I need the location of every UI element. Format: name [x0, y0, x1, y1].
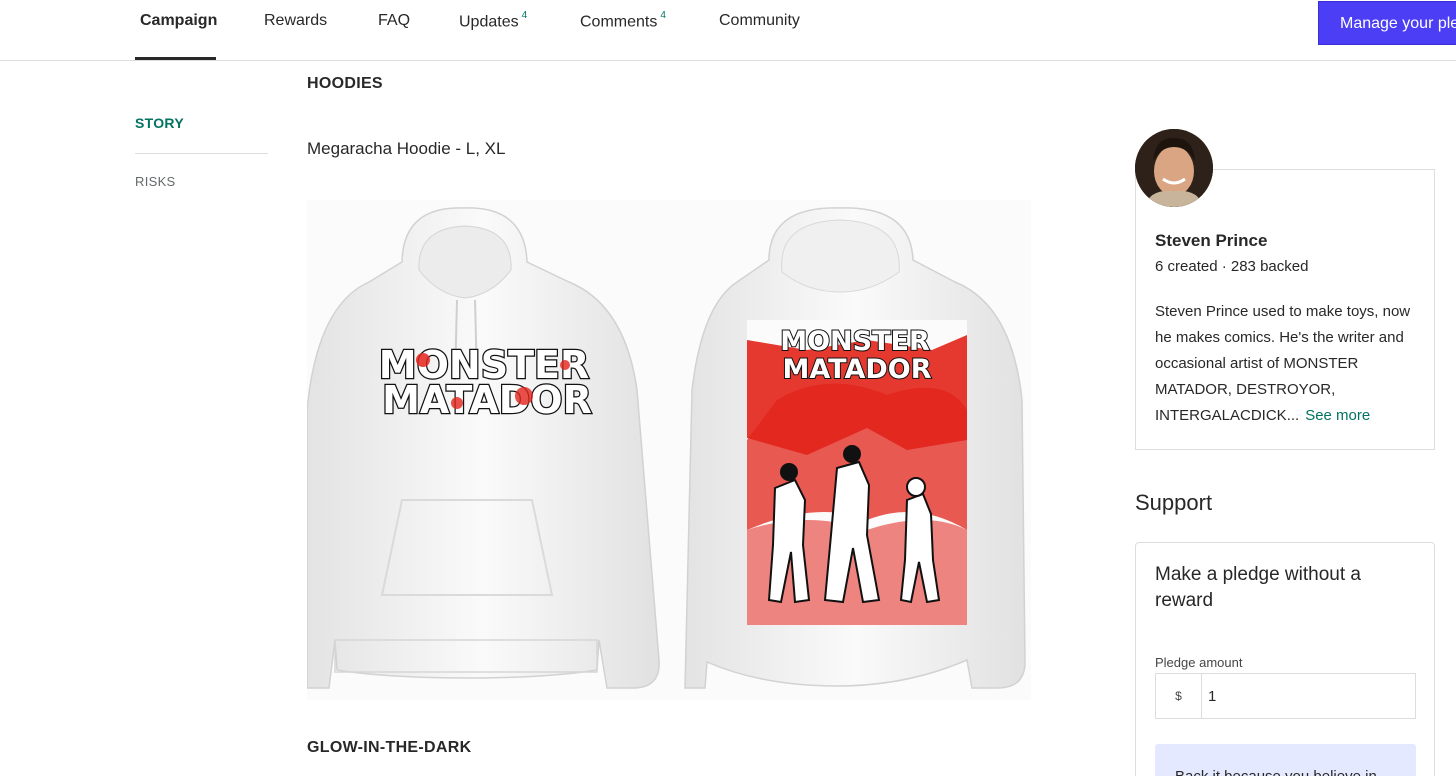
creator-name[interactable]: Steven Prince [1155, 231, 1267, 251]
tab-label: Updates [459, 13, 519, 31]
support-heading: Support [1135, 490, 1213, 515]
creator-avatar[interactable] [1135, 129, 1213, 207]
tab-label: Comments [580, 13, 658, 31]
tab-comments[interactable]: Comments 4 [580, 10, 666, 32]
front-hoodie: MONSTER MATADOR [306, 207, 660, 689]
front-print-line2: MATADOR [382, 378, 592, 422]
see-more-link[interactable]: See more [1305, 407, 1370, 424]
tab-label: Rewards [264, 12, 328, 29]
sidenav-risks-link[interactable]: RISKS [135, 174, 176, 189]
glow-heading: GLOW-IN-THE-DARK [307, 739, 472, 756]
item-title: Megaracha Hoodie - L, XL [307, 139, 506, 158]
updates-count-badge: 4 [521, 10, 528, 21]
back-it-note: Back it because you believe in [1155, 744, 1416, 776]
creator-bio: Steven Prince used to make toys, now he … [1155, 299, 1425, 429]
top-navigation: Campaign Rewards FAQ Updates 4 Comments 4 … [0, 0, 1456, 61]
manage-pledge-button[interactable]: Manage your pledge [1318, 1, 1456, 45]
creator-card: Steven Prince 6 created · 283 backed Ste… [1135, 169, 1435, 450]
back-hoodie: MONSTER MATADOR [684, 207, 1026, 689]
comments-count-badge: 4 [660, 10, 666, 21]
creator-stats: 6 created · 283 backed [1155, 258, 1309, 275]
sidenav-divider [135, 153, 268, 154]
tab-label: FAQ [378, 12, 411, 29]
active-tab-indicator [135, 57, 216, 60]
currency-symbol: $ [1156, 674, 1202, 718]
pledge-amount-input[interactable] [1202, 674, 1415, 718]
tab-label: Campaign [140, 12, 218, 29]
pledge-title: Make a pledge without a reward [1155, 564, 1361, 611]
back-print-line1: MONSTER [780, 326, 930, 357]
tab-faq[interactable]: FAQ [378, 12, 410, 32]
tab-rewards[interactable]: Rewards [264, 12, 327, 32]
hoodies-heading: HOODIES [307, 75, 383, 92]
pledge-amount-field: $ [1155, 673, 1416, 719]
hoodie-product-image: MONSTER MATADOR MONSTER MATADOR [306, 200, 1031, 700]
tab-campaign[interactable]: Campaign [140, 12, 217, 32]
tab-label: Community [719, 12, 800, 29]
back-print-line2: MATADOR [782, 354, 931, 385]
tab-updates[interactable]: Updates 4 [459, 10, 528, 32]
creator-bio-text: Steven Prince used to make toys, now he … [1155, 303, 1411, 424]
pledge-amount-label: Pledge amount [1155, 655, 1243, 670]
pledge-card: Make a pledge without a reward Pledge am… [1135, 542, 1435, 776]
tab-community[interactable]: Community [719, 12, 800, 32]
sidenav-story-link[interactable]: STORY [135, 115, 184, 131]
